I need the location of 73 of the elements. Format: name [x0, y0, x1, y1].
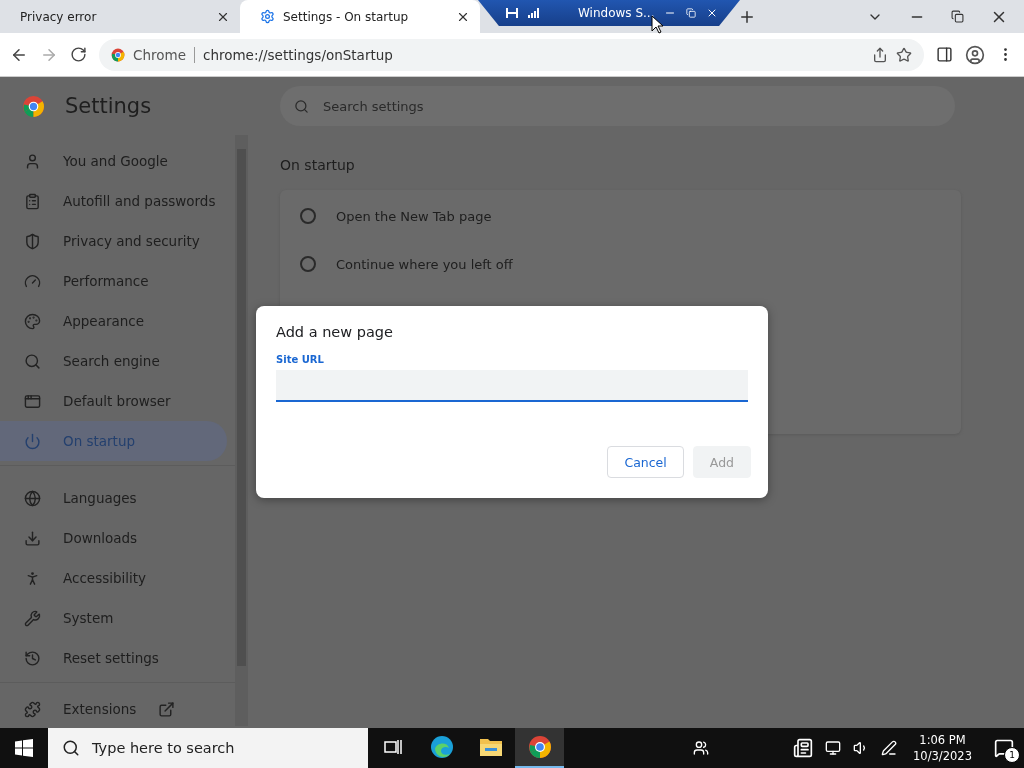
sidebar-item[interactable]: System	[0, 598, 227, 638]
globe-icon	[24, 489, 41, 507]
network-icon[interactable]	[825, 740, 842, 756]
taskbar-search-field[interactable]: Type here to search	[48, 728, 368, 768]
notification-count: 1	[1004, 747, 1020, 763]
chrome-logo-icon	[111, 47, 125, 62]
chrome-logo-icon	[22, 94, 45, 118]
puzzle-icon	[24, 700, 41, 718]
gear-icon	[260, 9, 275, 24]
palette-icon	[24, 312, 41, 330]
history-icon	[24, 649, 41, 667]
remote-title: Windows S...	[578, 6, 655, 20]
search-field[interactable]: Search settings	[280, 86, 955, 126]
option-label: Open the New Tab page	[336, 208, 492, 224]
url-input-field[interactable]	[276, 370, 748, 402]
field-label: Site URL	[276, 354, 325, 365]
sidebar-item[interactable]: On startup	[0, 421, 227, 461]
task-view-icon[interactable]	[383, 739, 402, 755]
clipboard-icon	[24, 192, 41, 210]
restore-icon[interactable]	[951, 10, 964, 23]
windows-start-icon[interactable]	[15, 739, 33, 757]
clock-time[interactable]: 1:06 PM	[919, 732, 966, 748]
clock-date[interactable]: 10/3/2023	[913, 748, 972, 764]
sidebar-item[interactable]: Autofill and passwords	[0, 181, 227, 221]
search-icon	[62, 739, 80, 757]
url-text: chrome://settings/onStartup	[202, 46, 394, 63]
gauge-icon	[24, 272, 41, 290]
sidebar-item[interactable]: Accessibility	[0, 558, 227, 598]
search-icon	[294, 98, 309, 114]
address-bar[interactable]: Chrome chrome://settings/onStartup	[99, 38, 924, 71]
news-icon[interactable]	[793, 738, 814, 758]
browser-tab[interactable]: Settings - On startup	[240, 0, 480, 33]
pen-icon[interactable]	[881, 740, 898, 756]
sidebar-item[interactable]: Downloads	[0, 518, 227, 558]
radio-button[interactable]	[300, 256, 316, 272]
browser-tab[interactable]: Privacy error	[0, 0, 240, 33]
search-icon	[24, 352, 41, 370]
profile-icon[interactable]	[965, 44, 985, 65]
sidebar-item[interactable]: Languages	[0, 478, 227, 518]
cancel-button[interactable]: Cancel	[607, 446, 684, 478]
reload-icon[interactable]	[70, 46, 87, 63]
browser-window-icon	[24, 392, 41, 410]
sidebar-item[interactable]: Default browser	[0, 381, 227, 421]
restore-icon[interactable]	[686, 8, 697, 18]
sidebar-item[interactable]: You and Google	[0, 141, 227, 181]
notification-icon[interactable]	[994, 738, 1014, 758]
shield-icon	[24, 232, 41, 250]
sidebar-item[interactable]: Extensions	[0, 695, 227, 723]
download-icon	[24, 529, 41, 547]
sidebar-item[interactable]: Reset settings	[0, 638, 227, 678]
dialog-title: Add a new page	[276, 324, 394, 340]
settings-title: Settings	[65, 94, 152, 118]
power-icon	[24, 432, 41, 450]
section-title: On startup	[280, 157, 356, 173]
person-icon	[24, 152, 41, 170]
share-icon[interactable]	[872, 46, 888, 63]
external-link-icon	[158, 700, 176, 718]
chrome-icon[interactable]	[527, 735, 552, 759]
radio-button[interactable]	[300, 208, 316, 224]
folder-icon[interactable]	[478, 737, 503, 757]
option-label: Continue where you left off	[336, 256, 513, 272]
people-icon[interactable]	[693, 740, 710, 756]
side-panel-icon[interactable]	[936, 46, 953, 63]
pin-icon[interactable]	[506, 8, 518, 18]
sidebar-item[interactable]: Privacy and security	[0, 221, 227, 261]
signal-icon	[528, 8, 540, 18]
wrench-icon	[24, 609, 41, 627]
star-icon[interactable]	[896, 46, 912, 63]
edge-browser-icon[interactable]	[429, 735, 454, 759]
sidebar-item[interactable]: Appearance	[0, 301, 227, 341]
site-chip: Chrome	[133, 46, 195, 63]
sidebar-item[interactable]: Search engine	[0, 341, 227, 381]
sidebar-item[interactable]: Performance	[0, 261, 227, 301]
